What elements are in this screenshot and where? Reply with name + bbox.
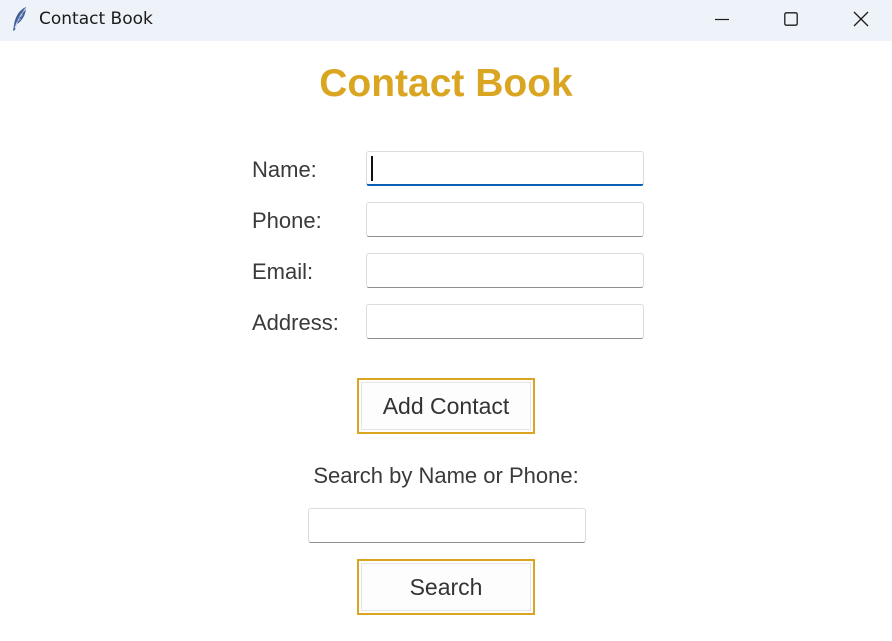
page-title: Contact Book (319, 62, 573, 105)
phone-label: Phone: (252, 208, 322, 233)
phone-input[interactable] (366, 202, 644, 237)
close-button[interactable] (838, 0, 884, 38)
search-button[interactable]: Search (357, 559, 535, 615)
add-contact-label: Add Contact (382, 392, 510, 419)
email-label: Email: (252, 259, 314, 284)
search-button-label: Search (409, 573, 483, 600)
text-caret (371, 156, 373, 181)
name-label: Name: (252, 157, 317, 182)
maximize-icon (784, 12, 798, 26)
window-title: Contact Book (39, 9, 153, 29)
feather-icon (10, 6, 30, 32)
app-window: Contact Book Contact Book Name: Phone: E… (0, 0, 892, 641)
add-contact-button[interactable]: Add Contact (357, 378, 535, 434)
main-content: Contact Book Name: Phone: Email: Address… (0, 41, 892, 641)
search-input[interactable] (308, 508, 586, 543)
search-label: Search by Name or Phone: (313, 463, 579, 488)
address-label: Address: (252, 310, 339, 335)
minimize-icon (715, 12, 729, 26)
close-icon (853, 11, 869, 27)
maximize-button[interactable] (768, 0, 814, 38)
email-input[interactable] (366, 253, 644, 288)
minimize-button[interactable] (699, 0, 745, 38)
address-input[interactable] (366, 304, 644, 339)
title-bar[interactable]: Contact Book (0, 0, 892, 41)
name-input[interactable] (366, 151, 644, 186)
